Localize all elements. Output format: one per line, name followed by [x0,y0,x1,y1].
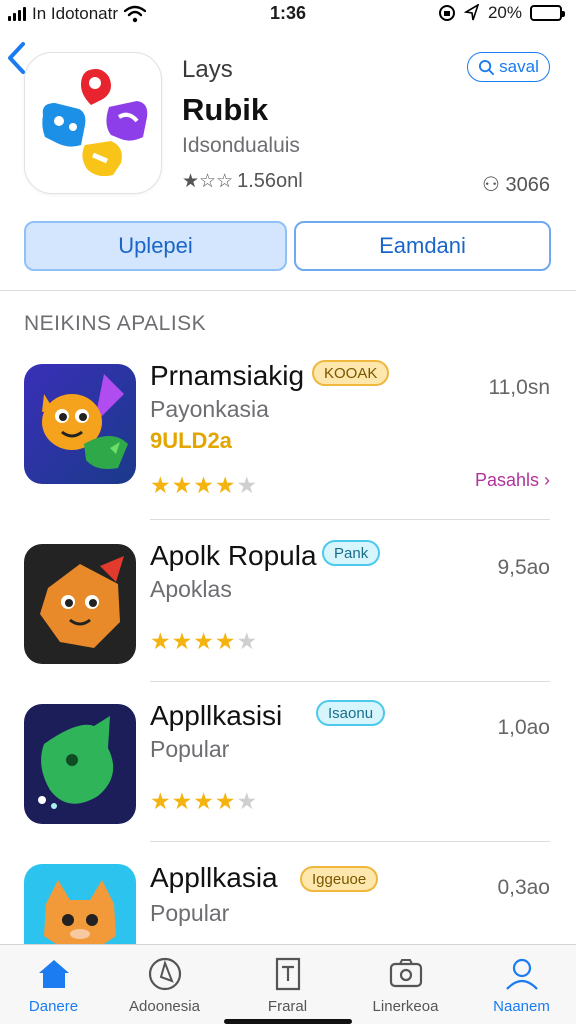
app-category: Popular [150,900,230,926]
people-icon: ⚇ [482,174,506,196]
status-bar: In Idotonatr 1:36 20% [0,0,576,30]
search-icon [479,59,495,75]
app-size: 0,3ao [497,876,550,899]
row-divider [150,681,550,682]
tab-label: Adoonesia [129,998,200,1015]
tab-profile[interactable]: Naanem [464,945,576,1024]
app-category: Apoklas [150,576,232,602]
compass-icon [148,957,181,991]
tab-label: Danere [28,998,79,1015]
star-icon: ★ [214,628,237,654]
app-developer[interactable]: Idsondualuis [182,134,300,158]
section-title: NEIKINS APALISK [24,312,207,335]
secondary-action-button[interactable]: Eamdani [294,221,551,271]
home-icon [38,960,69,988]
rating-stars: ★★★★★ [150,788,258,815]
star-icon: ★ [171,788,194,814]
app-name: Appllkasia [150,862,278,893]
tab-document[interactable]: Fraral [230,945,345,1024]
star-icon: ★ [193,472,215,498]
app-list-item[interactable]: Appllkasia Iggeuoe Popular 0,3ao [0,860,576,944]
camera-icon [389,959,422,988]
star-icon: ★ [193,628,215,654]
tab-explore[interactable]: Adoonesia [107,945,222,1024]
count-text: 3066 [505,174,551,196]
chevron-right-icon: › [544,470,550,490]
row-divider [150,841,550,842]
app-name: Apolk Ropula [150,540,317,571]
app-tag: KOOAK [312,360,390,386]
app-count: ⚇ 3066 [482,172,550,197]
star-icon: ★ [150,628,172,654]
tab-bar: Danere Adoonesia Fraral Linerkeoa Naanem [0,944,576,1024]
search-button[interactable]: saval [467,52,550,82]
rating-stars: ★★★★★ [150,628,258,655]
app-icon [24,52,162,194]
cat-app-icon [24,864,136,944]
tab-label: Fraral [267,998,308,1015]
rating-text: 1.56onl [237,170,303,192]
app-category: Payonkasia [150,396,269,422]
app-tag: Pank [322,540,381,566]
rating-stars: ★★★★★ [150,472,258,499]
star-icon: ★ [236,788,259,814]
app-rating: ★☆☆ 1.56onl [182,170,303,193]
app-subtitle: Lays [182,56,233,83]
star-icon: ★ [214,788,237,814]
person-icon [505,958,538,990]
star-icon: ★ [150,472,172,498]
app-list-item[interactable]: Appllkasisi Isaonu Popular ★★★★★ 1,0ao [0,700,576,860]
app-size: 1,0ao [497,716,550,739]
app-tag: Isaonu [316,700,386,726]
app-name: Prnamsiakig [150,360,305,391]
tab-home[interactable]: Danere [0,945,111,1024]
star-icon: ★ [236,628,259,654]
leaf-app-icon [24,704,136,824]
app-size: 11,0sn [488,376,551,399]
dragon-app-icon [24,364,136,484]
star-icon: ★ [150,788,172,814]
app-size: 9,5ao [497,556,550,579]
primary-action-button[interactable]: Uplepei [24,221,287,271]
orientation-lock-icon [438,5,455,21]
app-list-item[interactable]: Apolk Ropula Pank Apoklas ★★★★★ 9,5ao [0,540,576,700]
divider [0,290,576,291]
battery-percent: 20% [487,3,522,22]
app-list-item[interactable]: Prnamsiakig KOOAK Payonkasia 9ULD2a ★★★★… [0,360,576,520]
tab-label: Naanem [493,998,550,1015]
details-link-label: Pasahls [474,470,539,490]
location-icon [463,4,480,21]
rating-stars-icon: ★☆☆ [182,171,234,192]
home-indicator [224,1019,352,1024]
star-icon: ★ [214,472,237,498]
search-button-label: saval [499,57,539,76]
battery-icon [530,5,565,21]
row-divider [150,519,550,520]
app-tag: Iggeuoe [300,866,379,892]
app-title: Rubik [182,92,269,127]
tab-label: Linerkeoa [372,998,439,1015]
star-icon: ★ [193,788,215,814]
app-subtitle: 9ULD2a [150,428,232,453]
app-category: Popular [150,736,230,762]
details-link[interactable]: Pasahls › [475,470,550,491]
star-icon: ★ [171,472,194,498]
star-icon: ★ [171,628,194,654]
star-icon: ★ [236,472,259,498]
status-right: 20% [438,3,565,23]
tab-camera[interactable]: Linerkeoa [348,945,463,1024]
fox-app-icon [24,544,136,664]
document-icon [275,957,300,991]
app-name: Appllkasisi [150,700,283,731]
